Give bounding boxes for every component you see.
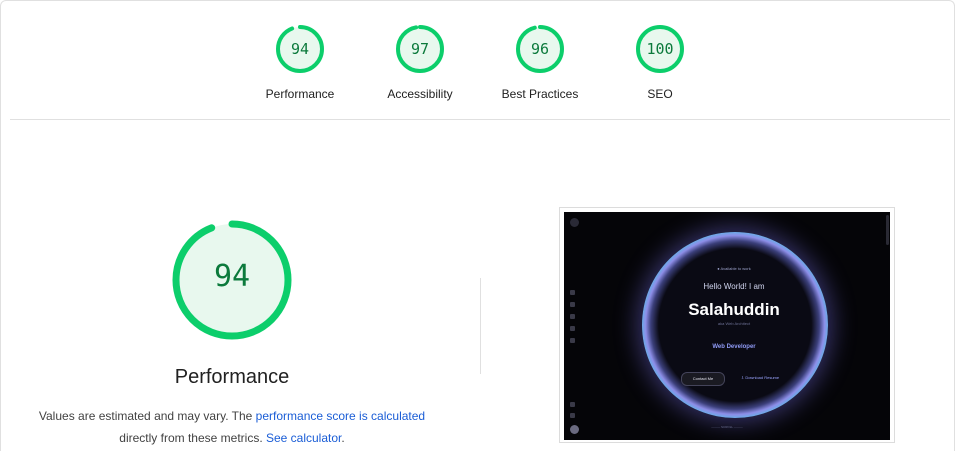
vertical-divider xyxy=(480,278,481,374)
gauge-label: SEO xyxy=(647,87,673,101)
gauge-circle: 100 xyxy=(635,24,685,74)
see-calculator-link[interactable]: See calculator xyxy=(266,431,341,445)
briefcase-icon xyxy=(570,326,575,331)
performance-score-link[interactable]: performance score is calculated xyxy=(256,409,425,423)
desc-period: . xyxy=(341,431,345,445)
desc-text: Values are estimated and may vary. The xyxy=(38,409,256,423)
home-icon xyxy=(570,290,575,295)
user-icon xyxy=(570,302,575,307)
gauge-circle: 96 xyxy=(515,24,565,74)
gauge-score: 96 xyxy=(530,40,550,58)
gauge-circle: 97 xyxy=(395,24,445,74)
gauge-score: 100 xyxy=(646,40,674,58)
contact-me-button: Contact Me xyxy=(681,372,725,386)
desc-text-2: directly from these metrics. xyxy=(119,431,266,445)
performance-score: 94 xyxy=(213,259,251,294)
gauge-seo[interactable]: 100 SEO xyxy=(600,24,720,101)
performance-title: Performance xyxy=(174,366,290,388)
github-icon xyxy=(570,402,575,407)
gauge-accessibility[interactable]: 97 Accessibility xyxy=(360,24,480,101)
hero-name: Salahuddin xyxy=(688,300,780,319)
screenshot-scrollbar xyxy=(886,215,889,245)
gauge-label: Accessibility xyxy=(387,87,453,101)
performance-gauge: 94 xyxy=(171,219,293,341)
mail-icon xyxy=(570,338,575,343)
performance-description: Values are estimated and may vary. The p… xyxy=(22,405,442,449)
site-logo-icon xyxy=(570,218,579,227)
hero-subtitle: aka Web Architect xyxy=(717,321,751,326)
final-screenshot[interactable]: ● Available to work Hello World! I am Sa… xyxy=(559,207,895,443)
gauge-label: Best Practices xyxy=(501,87,579,101)
gauge-score: 94 xyxy=(290,40,310,58)
availability-text: ● Available to work xyxy=(717,266,751,271)
screenshot-image: ● Available to work Hello World! I am Sa… xyxy=(564,212,890,440)
gauge-score: 97 xyxy=(410,40,430,58)
gauge-label: Performance xyxy=(265,87,335,101)
avatar-icon xyxy=(570,425,579,434)
gauge-performance[interactable]: 94 Performance xyxy=(240,24,360,101)
download-resume-button: ⇩ Download Resume xyxy=(740,375,780,380)
category-gauges: 94 Performance 97 Accessibility 96 Best … xyxy=(0,0,957,120)
linkedin-icon xyxy=(570,413,575,418)
section-divider xyxy=(10,119,950,120)
hello-text: Hello World! I am xyxy=(703,282,765,291)
gauge-best-practices[interactable]: 96 Best Practices xyxy=(480,24,600,101)
gauge-circle: 94 xyxy=(275,24,325,74)
hero-role: Web Developer xyxy=(712,344,756,350)
scroll-indicator: ——— SCROLL ——— xyxy=(711,425,743,429)
code-icon xyxy=(570,314,575,319)
